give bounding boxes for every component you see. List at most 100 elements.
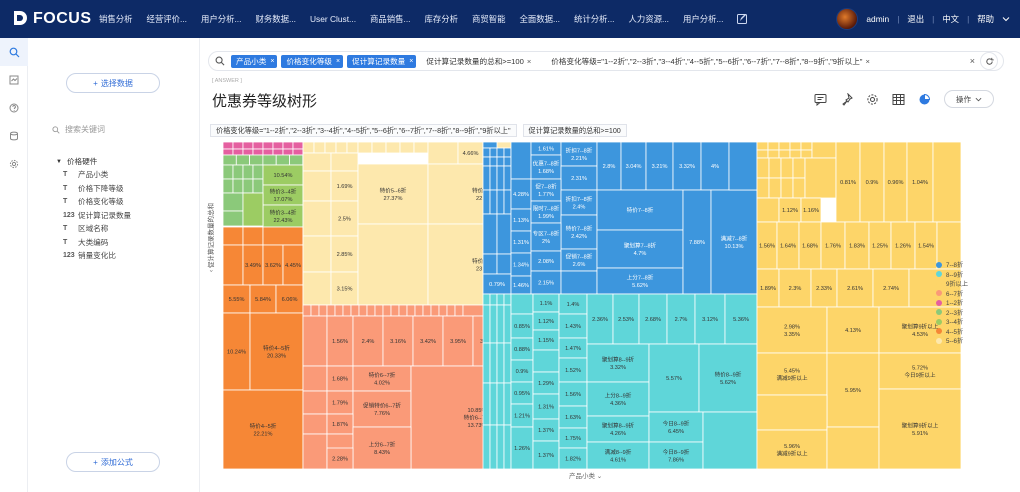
treemap-cell[interactable] <box>242 192 264 227</box>
treemap-cell[interactable] <box>482 342 491 384</box>
treemap-cell[interactable] <box>414 304 424 317</box>
treemap-cell[interactable] <box>252 178 264 194</box>
treemap-cell[interactable] <box>427 142 459 165</box>
field-item[interactable]: T 价格下降等级 <box>56 182 196 196</box>
nav-item[interactable]: 全面数据... <box>513 13 567 25</box>
treemap-cell[interactable] <box>262 154 277 166</box>
close-icon[interactable]: × <box>865 57 869 66</box>
treemap-cell[interactable] <box>252 148 264 156</box>
treemap-cell[interactable] <box>496 342 505 384</box>
nav-item[interactable]: User Clust... <box>303 14 363 24</box>
table-view-button[interactable] <box>890 91 906 107</box>
treemap-cell[interactable] <box>496 165 505 191</box>
nav-item[interactable]: 销售分析 <box>92 13 140 25</box>
treemap-cell[interactable] <box>702 411 758 469</box>
add-formula-button[interactable]: + 添加公式 <box>66 452 160 472</box>
treemap-cell[interactable] <box>223 192 244 212</box>
user-name[interactable]: admin <box>866 14 889 24</box>
search-token[interactable]: 促计算记录数量 × <box>347 54 417 68</box>
treemap-cell[interactable] <box>334 304 344 317</box>
treemap-cell[interactable] <box>482 156 491 167</box>
treemap-cell[interactable] <box>292 148 304 156</box>
treemap-cell[interactable] <box>242 226 264 246</box>
treemap-cell[interactable] <box>390 304 400 317</box>
treemap-cell[interactable] <box>489 147 498 158</box>
treemap-cell[interactable] <box>223 142 234 150</box>
treemap-cell[interactable] <box>496 304 505 344</box>
treemap-cell[interactable] <box>454 304 464 317</box>
treemap-cell[interactable] <box>482 293 491 306</box>
rail-settings[interactable] <box>0 150 28 178</box>
treemap-cell[interactable] <box>482 165 491 191</box>
treemap-cell[interactable] <box>503 147 512 158</box>
treemap-cell[interactable] <box>249 154 264 166</box>
treemap-cell[interactable] <box>326 304 336 317</box>
treemap-cell[interactable] <box>302 413 328 435</box>
legend-item[interactable]: 5--6折 <box>936 336 968 346</box>
nav-item[interactable]: 用户分析... <box>194 13 248 25</box>
treemap-cell[interactable] <box>489 342 498 384</box>
field-item[interactable]: 123 促计算记录数量 <box>56 209 196 223</box>
treemap-cell[interactable] <box>503 424 512 469</box>
treemap-cell[interactable] <box>756 142 769 151</box>
treemap-cell[interactable] <box>282 148 294 156</box>
field-item[interactable]: T 区域名称 <box>56 222 196 236</box>
filter-condition[interactable]: 价格变化等级="1--2折","2--3折","3--4折","4--5折","… <box>551 56 870 67</box>
close-icon[interactable]: × <box>336 58 340 65</box>
rail-help[interactable] <box>0 94 28 122</box>
treemap-cell[interactable] <box>489 165 498 191</box>
treemap-cell[interactable] <box>262 148 274 156</box>
treemap-cell[interactable] <box>756 157 770 179</box>
treemap-cell[interactable] <box>489 382 498 426</box>
treemap-cell[interactable] <box>496 382 505 426</box>
treemap-cell[interactable] <box>252 164 264 180</box>
treemap-cell[interactable] <box>292 142 304 150</box>
treemap-cell[interactable] <box>371 142 387 154</box>
treemap-cell[interactable] <box>789 142 802 151</box>
treemap-cell[interactable] <box>232 178 244 194</box>
logout-link[interactable]: 退出 <box>907 13 924 25</box>
treemap-cell[interactable] <box>756 177 770 199</box>
treemap-cell[interactable] <box>489 189 498 215</box>
treemap-cell[interactable] <box>342 304 352 317</box>
close-icon[interactable]: × <box>409 58 413 65</box>
treemap-cell[interactable] <box>482 189 491 215</box>
legend-item[interactable]: 2--3折 <box>936 308 968 318</box>
treemap-cell[interactable] <box>232 142 244 150</box>
treemap-cell[interactable] <box>767 149 780 159</box>
language-switch[interactable]: 中文 <box>942 13 959 25</box>
treemap-cell[interactable] <box>302 235 332 273</box>
close-icon[interactable]: × <box>527 57 531 66</box>
treemap-cell[interactable] <box>289 154 304 166</box>
treemap-cell[interactable] <box>778 142 791 151</box>
treemap-cell[interactable] <box>503 342 512 384</box>
treemap-cell[interactable] <box>272 142 284 150</box>
treemap-cell[interactable] <box>780 177 794 199</box>
treemap-cell[interactable] <box>302 433 328 469</box>
treemap-cell[interactable] <box>223 226 244 246</box>
treemap-cell[interactable] <box>482 424 491 469</box>
field-item[interactable]: T 大类编码 <box>56 236 196 250</box>
treemap-cell[interactable] <box>800 149 813 159</box>
treemap-cell[interactable] <box>482 147 491 158</box>
treemap-cell[interactable] <box>792 157 806 179</box>
treemap-cell[interactable] <box>482 304 491 344</box>
avatar[interactable] <box>836 8 859 30</box>
treemap-cell[interactable] <box>357 142 373 154</box>
nav-item[interactable]: 统计分析... <box>567 13 621 25</box>
chart-type-button[interactable] <box>916 91 932 107</box>
treemap-cell[interactable] <box>756 197 780 223</box>
treemap-cell[interactable] <box>350 304 360 317</box>
treemap-cell[interactable] <box>503 304 512 344</box>
treemap-cell[interactable] <box>358 304 368 317</box>
treemap-cell[interactable] <box>302 142 315 154</box>
treemap-cell[interactable] <box>496 147 505 158</box>
treemap-cell[interactable] <box>223 178 234 194</box>
treemap-cell[interactable] <box>232 148 244 156</box>
treemap-cell[interactable] <box>235 154 251 166</box>
treemap-cell[interactable] <box>496 424 505 469</box>
treemap-cell[interactable] <box>510 293 534 315</box>
treemap-cell[interactable] <box>242 178 254 194</box>
treemap-cell[interactable] <box>382 304 392 317</box>
legend-item[interactable]: 6--7折 <box>936 289 968 299</box>
